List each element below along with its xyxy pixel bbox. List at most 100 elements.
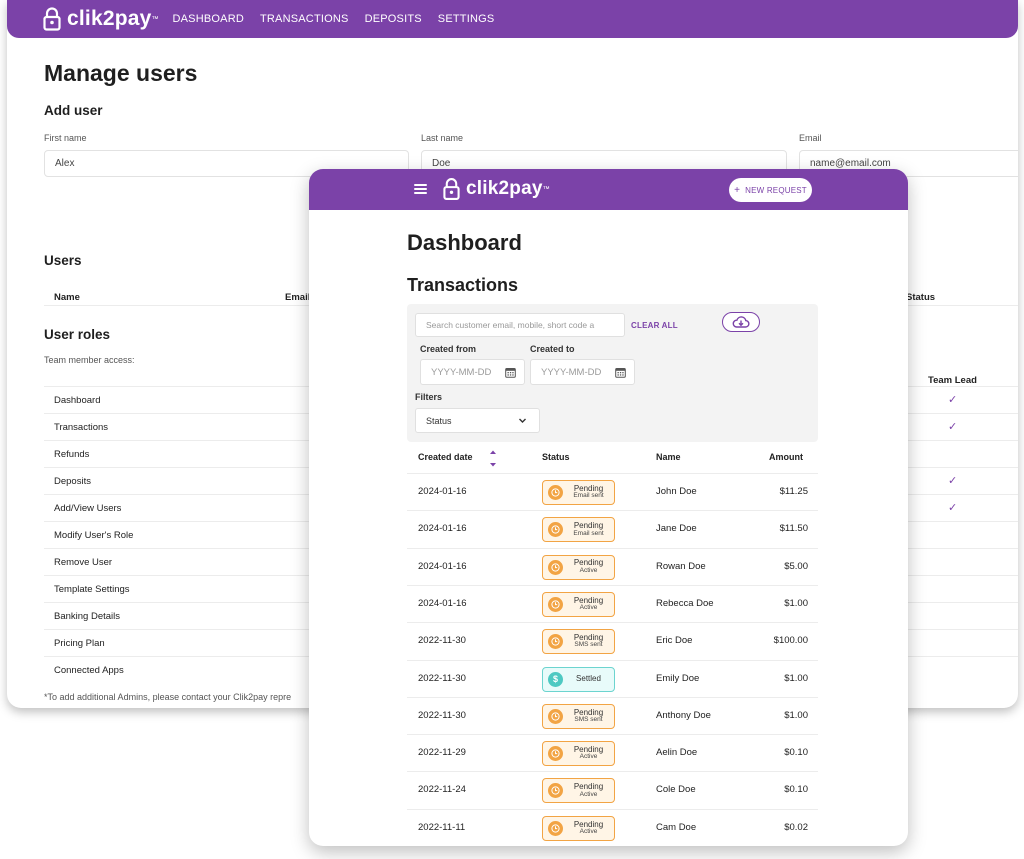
page-title: Manage users (44, 60, 198, 86)
status-badge: Pending Active (542, 778, 615, 804)
new-request-label: NEW REQUEST (745, 185, 807, 195)
new-request-button[interactable]: + NEW REQUEST (729, 178, 812, 202)
top-navbar: clik2pay ™ DASHBOARD TRANSACTIONS DEPOSIT… (7, 0, 1018, 38)
cell-name: Cole Doe (656, 784, 696, 796)
brand-logo[interactable]: clik2pay ™ (443, 177, 550, 201)
clock-icon (551, 525, 560, 534)
email-label: Email (799, 133, 822, 143)
status-badge: Pending Active (542, 815, 615, 841)
clock-icon (551, 600, 560, 609)
cell-date: 2024-01-16 (418, 560, 467, 572)
table-row[interactable]: 2022-11-11 Pending Active Cam Doe $0.02 (407, 808, 818, 846)
cell-date: 2022-11-11 (418, 821, 466, 833)
created-to-placeholder: YYYY-MM-DD (541, 367, 602, 378)
dashboard-window: clik2pay ™ + NEW REQUEST Dashboard Transa… (309, 169, 908, 846)
check-icon: ✓ (948, 502, 958, 514)
clock-icon (548, 820, 563, 836)
hamburger-menu-icon[interactable] (414, 184, 427, 194)
table-row[interactable]: 2024-01-16 Pending Email sent Jane Doe $11.5… (407, 510, 818, 547)
cell-date: 2022-11-30 (418, 672, 466, 684)
brand-logo[interactable]: clik2pay ™ (43, 7, 159, 31)
role-label: Deposits (54, 476, 91, 487)
col-created-date[interactable]: Created date (418, 452, 473, 462)
cell-amount: $1.00 (784, 597, 808, 609)
role-label: Dashboard (54, 395, 101, 406)
filter-panel: Search customer email, mobile, short cod… (407, 304, 818, 442)
clear-all-button[interactable]: CLEAR ALL (631, 321, 678, 330)
admins-footnote: *To add additional Admins, please contac… (44, 692, 292, 702)
created-to-input[interactable]: YYYY-MM-DD (530, 359, 635, 385)
created-to-label: Created to (530, 344, 575, 354)
first-name-label: First name (44, 133, 87, 143)
dashboard-title: Dashboard (407, 230, 522, 255)
role-label: Template Settings (54, 584, 130, 595)
check-icon: ✓ (948, 475, 958, 487)
clock-icon (548, 708, 563, 724)
nav-settings[interactable]: SETTINGS (438, 13, 495, 25)
table-row[interactable]: 2024-01-16 Pending Active Rebecca Doe $1.00 (407, 584, 818, 622)
cell-amount: $5.00 (784, 560, 808, 572)
table-row[interactable]: 2022-11-30 Pending SMS sent Eric Doe $100.00 (407, 622, 818, 659)
chevron-down-icon (519, 418, 526, 423)
brand-tm: ™ (542, 185, 550, 193)
status-badge: Pending Active (542, 554, 615, 580)
cloud-download-icon (732, 315, 750, 328)
status-sublabel: Active (579, 566, 598, 574)
status-text: Pending Active (563, 782, 614, 798)
users-col-email: Email (285, 292, 311, 303)
status-badge: Pending Email sent (542, 480, 615, 505)
clock-icon (548, 634, 563, 650)
status-badge: Pending Active (542, 741, 615, 767)
cell-date: 2022-11-30 (418, 709, 466, 721)
status-filter-select[interactable]: Status (415, 408, 540, 433)
table-row[interactable]: 2022-11-30 Pending SMS sent Anthony Doe $1.0… (407, 696, 818, 734)
clock-icon (548, 522, 563, 538)
table-row[interactable]: 2024-01-16 Pending Email sent John Doe $11.2… (407, 473, 818, 510)
cell-date: 2024-01-16 (418, 523, 467, 535)
cell-name: Jane Doe (656, 523, 697, 535)
clock-icon (551, 562, 560, 572)
clock-icon (548, 746, 563, 762)
cell-name: Rebecca Doe (656, 597, 714, 609)
cell-amount: $100.00 (773, 635, 808, 647)
status-text: Pending Active (563, 820, 614, 836)
status-badge: $ Settled (542, 666, 615, 692)
download-button[interactable] (722, 312, 760, 332)
calendar-icon[interactable] (505, 367, 516, 378)
table-row[interactable]: 2022-11-24 Pending Active Cole Doe $0.10 (407, 771, 818, 808)
sort-arrows-icon[interactable] (489, 448, 497, 470)
clock-icon (551, 824, 560, 833)
team-access-subtitle: Team member access: (44, 355, 135, 365)
cell-name: Emily Doe (656, 672, 700, 684)
cell-amount: $0.02 (784, 821, 808, 833)
status-badge: Pending SMS sent (542, 629, 615, 655)
created-from-input[interactable]: YYYY-MM-DD (420, 359, 525, 385)
clock-icon (548, 485, 563, 500)
cell-date: 2022-11-24 (418, 784, 466, 796)
status-badge: Pending Email sent (542, 517, 615, 543)
dashboard-navbar: clik2pay ™ + NEW REQUEST (309, 169, 908, 210)
status-sublabel: Email sent (573, 529, 604, 537)
cell-amount: $0.10 (784, 747, 808, 759)
status-sublabel: Active (579, 827, 598, 835)
role-label: Banking Details (54, 611, 121, 622)
col-amount: Amount (769, 452, 803, 462)
table-row[interactable]: 2022-11-30 $ Settled Emily Doe $1.00 (407, 659, 818, 697)
nav-transactions[interactable]: TRANSACTIONS (260, 13, 349, 25)
table-row[interactable]: 2024-01-16 Pending Active Rowan Doe $5.00 (407, 547, 818, 585)
table-row[interactable]: 2022-11-29 Pending Active Aelin Doe $0.10 (407, 734, 818, 771)
status-sublabel: SMS sent (574, 641, 603, 649)
transactions-heading: Transactions (407, 275, 519, 295)
nav-dashboard[interactable]: DASHBOARD (173, 13, 244, 25)
cell-date: 2022-11-29 (418, 747, 466, 759)
status-sublabel: SMS sent (574, 716, 603, 724)
col-name: Name (656, 452, 681, 462)
calendar-icon[interactable] (615, 367, 626, 378)
brand-name: clik2pay (67, 7, 152, 30)
cell-name: Anthony Doe (656, 709, 711, 721)
cell-name: Eric Doe (656, 635, 693, 647)
clock-icon (551, 488, 560, 497)
cell-amount: $11.50 (779, 523, 808, 535)
search-input[interactable]: Search customer email, mobile, short cod… (415, 313, 625, 337)
nav-deposits[interactable]: DEPOSITS (365, 13, 422, 25)
